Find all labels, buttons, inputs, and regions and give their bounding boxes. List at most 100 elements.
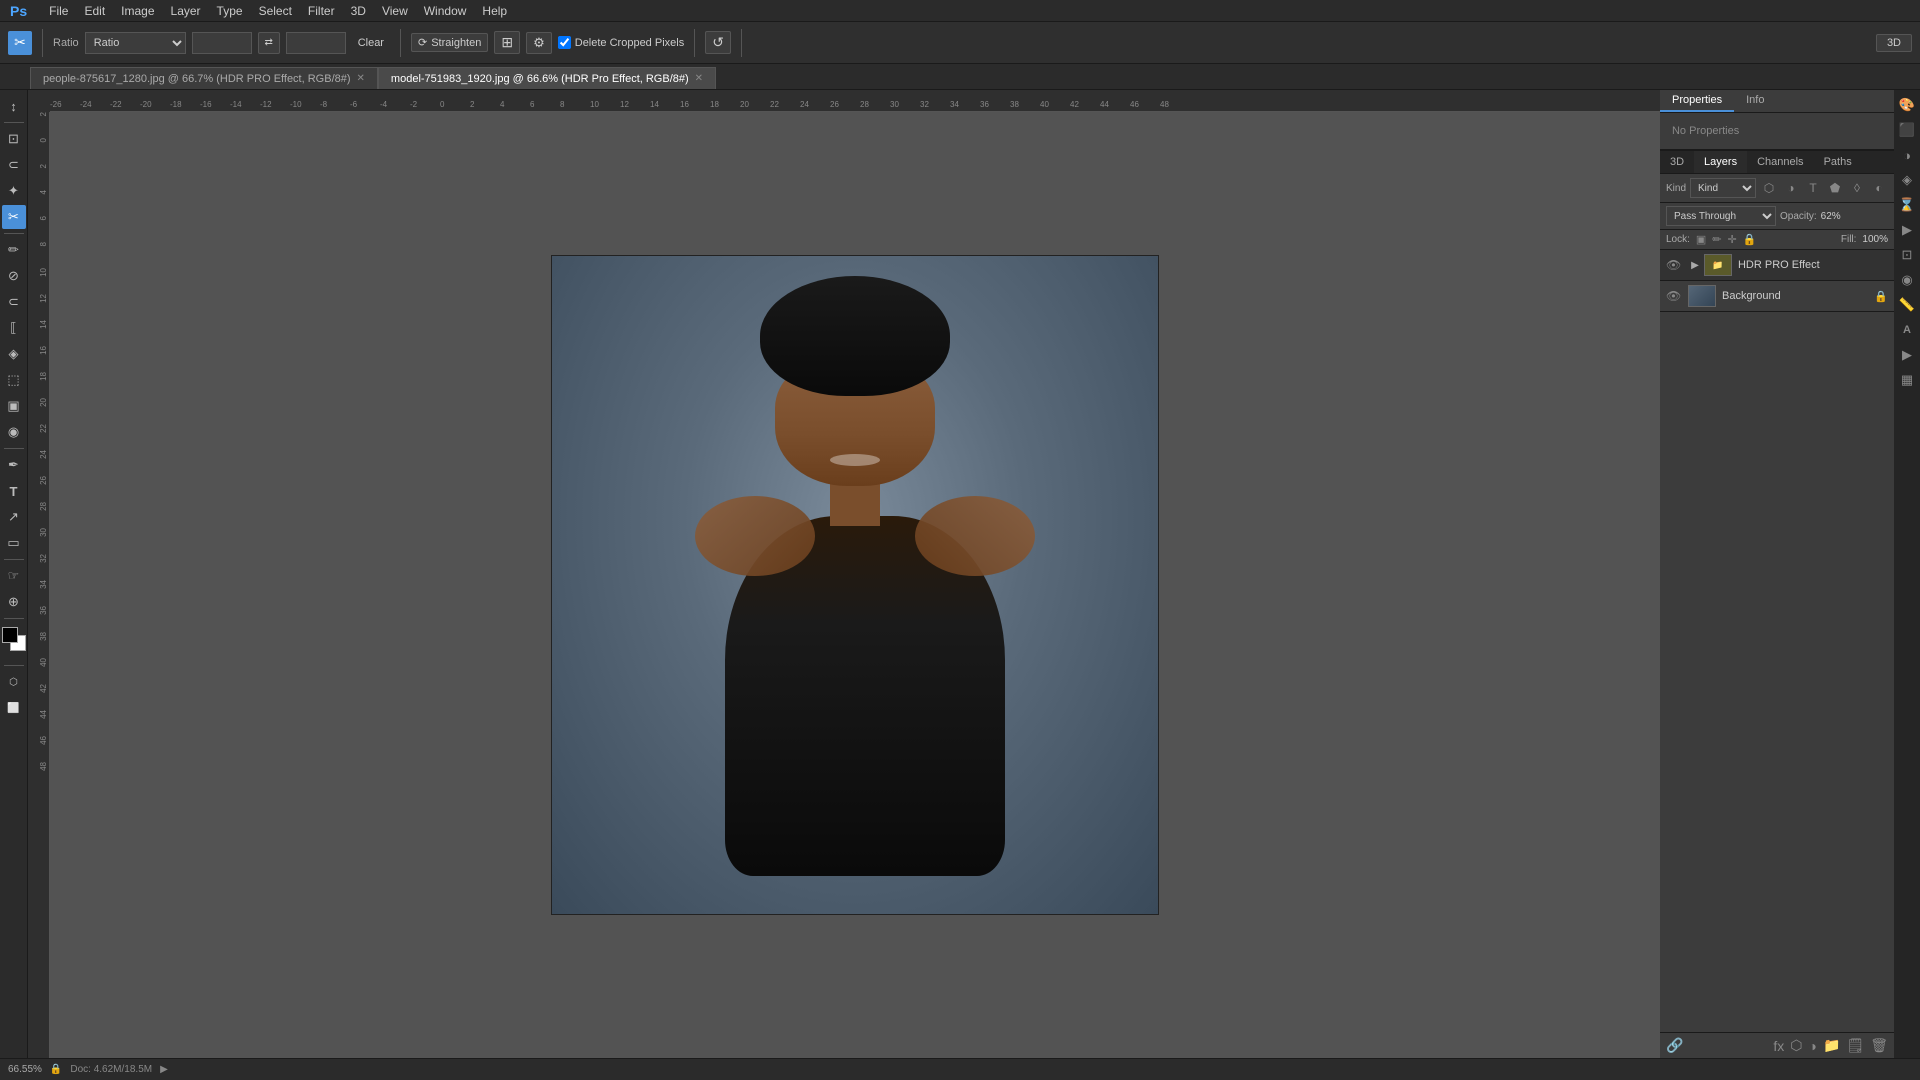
layer-expand-icon[interactable]: ▶ — [1688, 254, 1702, 276]
dodge-tool[interactable]: ◉ — [2, 420, 26, 444]
portrait-figure — [725, 276, 985, 876]
layer-fx-button[interactable]: fx — [1773, 1038, 1784, 1054]
layer-item-background[interactable]: 👁 Background 🔒 — [1660, 281, 1894, 312]
toolbar-sep-3 — [694, 29, 695, 57]
layers-tab-3d[interactable]: 3D — [1660, 151, 1694, 173]
create-group-button[interactable]: 📁 — [1823, 1037, 1840, 1054]
menu-item-3d[interactable]: 3D — [343, 2, 374, 20]
blend-mode-select[interactable]: Pass Through Normal Multiply Screen Over… — [1666, 206, 1776, 226]
menu-item-file[interactable]: File — [41, 2, 76, 20]
fill-value[interactable]: 100% — [1862, 234, 1888, 245]
canvas-area[interactable]: -26-24-22-20-18-16-14-12-10-8-6-4-202468… — [28, 90, 1660, 1058]
foreground-color[interactable] — [2, 627, 18, 643]
create-adjustment-button[interactable]: ◑ — [1809, 1038, 1817, 1054]
tab-properties[interactable]: Properties — [1660, 90, 1734, 112]
menu-item-view[interactable]: View — [374, 2, 416, 20]
delete-cropped-checkbox[interactable] — [558, 36, 571, 49]
right-icon-2[interactable]: ⬛ — [1896, 119, 1918, 141]
tab-info[interactable]: Info — [1734, 90, 1776, 112]
ratio-width-input[interactable] — [192, 32, 252, 54]
right-icon-5[interactable]: ⌛ — [1896, 194, 1918, 216]
link-layers-icon[interactable]: 🔗 — [1666, 1037, 1683, 1054]
layers-tab-layers[interactable]: Layers — [1694, 151, 1747, 173]
filter-toggle-icon[interactable]: ◐ — [1870, 179, 1888, 197]
right-icon-4[interactable]: ◈ — [1896, 169, 1918, 191]
lasso-tool[interactable]: ⊂ — [2, 153, 26, 177]
layers-tab-channels[interactable]: Channels — [1747, 151, 1813, 173]
menu-item-layer[interactable]: Layer — [163, 2, 209, 20]
blend-opacity-row: Pass Through Normal Multiply Screen Over… — [1660, 203, 1894, 230]
right-icon-3[interactable]: ◑ — [1896, 144, 1918, 166]
layer-vis-background[interactable]: 👁 — [1666, 289, 1682, 303]
right-icon-7[interactable]: ⊡ — [1896, 244, 1918, 266]
menu-item-image[interactable]: Image — [113, 2, 162, 20]
clone-stamp-tool[interactable]: ⟦ — [2, 316, 26, 340]
color-swatches[interactable] — [2, 627, 26, 657]
add-mask-button[interactable]: ⬡ — [1790, 1037, 1802, 1054]
tab-1-close[interactable]: ✕ — [695, 73, 703, 84]
lock-paint-icon[interactable]: ✏ — [1712, 233, 1721, 246]
menu-item-edit[interactable]: Edit — [76, 2, 113, 20]
tab-0[interactable]: people-875617_1280.jpg @ 66.7% (HDR PRO … — [30, 67, 378, 89]
right-icon-9[interactable]: 📏 — [1896, 294, 1918, 316]
right-icon-8[interactable]: ◉ — [1896, 269, 1918, 291]
3d-view-select[interactable]: 3D — [1876, 34, 1912, 52]
menu-item-filter[interactable]: Filter — [300, 2, 343, 20]
status-arrow[interactable]: ▶ — [160, 1064, 168, 1075]
filter-shape-icon[interactable]: ⬟ — [1826, 179, 1844, 197]
menu-item-window[interactable]: Window — [416, 2, 475, 20]
healing-brush-tool[interactable]: ⊘ — [2, 264, 26, 288]
history-brush-tool[interactable]: ◈ — [2, 342, 26, 366]
crop-tool[interactable]: ✂ — [2, 205, 26, 229]
straighten-tool[interactable]: ⟳ Straighten — [411, 33, 488, 52]
lock-position-icon[interactable]: ✛ — [1728, 233, 1737, 246]
crop-tool-active[interactable]: ✂ — [8, 31, 32, 55]
ratio-height-input[interactable] — [286, 32, 346, 54]
zoom-tool[interactable]: ⊕ — [2, 590, 26, 614]
quick-select-tool[interactable]: ✦ — [2, 179, 26, 203]
right-icon-hist[interactable]: ▦ — [1896, 369, 1918, 391]
filter-smart-icon[interactable]: ◊ — [1848, 179, 1866, 197]
gradient-tool[interactable]: ▣ — [2, 394, 26, 418]
tab-1[interactable]: model-751983_1920.jpg @ 66.6% (HDR Pro E… — [378, 67, 716, 89]
right-icon-play[interactable]: ▶ — [1896, 344, 1918, 366]
layer-vis-group[interactable]: 👁 — [1666, 258, 1682, 272]
brush-tool[interactable]: ⊂ — [2, 290, 26, 314]
swap-dimensions-button[interactable]: ⇄ — [258, 32, 280, 54]
eyedropper-tool[interactable]: ✏ — [2, 238, 26, 262]
clear-button[interactable]: Clear — [352, 35, 390, 51]
path-selection-tool[interactable]: ↗ — [2, 505, 26, 529]
move-tool[interactable]: ↕ — [2, 94, 26, 118]
ratio-select[interactable]: Ratio 1:1 16:9 4:3 Unconstrained — [85, 32, 186, 54]
right-icon-type[interactable]: A — [1896, 319, 1918, 341]
delete-layer-button[interactable]: 🗑 — [1870, 1037, 1888, 1054]
create-layer-button[interactable]: 🗒 — [1846, 1037, 1864, 1054]
right-icon-1[interactable]: 🎨 — [1896, 94, 1918, 116]
menu-item-select[interactable]: Select — [251, 2, 300, 20]
tab-0-close[interactable]: ✕ — [357, 73, 365, 84]
filter-adjust-icon[interactable]: ◑ — [1782, 179, 1800, 197]
right-icon-6[interactable]: ▶ — [1896, 219, 1918, 241]
settings-button[interactable]: ⚙ — [526, 32, 552, 54]
eraser-tool[interactable]: ⬚ — [2, 368, 26, 392]
menu-item-type[interactable]: Type — [209, 2, 251, 20]
toolbar-sep-2 — [400, 29, 401, 57]
layer-kind-select[interactable]: Kind Name Effect Mode Attribute Color — [1690, 178, 1756, 198]
layer-item-group[interactable]: 👁 ▶ 📁 HDR PRO Effect — [1660, 250, 1894, 281]
filter-text-icon[interactable]: T — [1804, 179, 1822, 197]
grid-button[interactable]: ⊞ — [494, 31, 520, 54]
text-tool[interactable]: T — [2, 479, 26, 503]
layers-tab-paths[interactable]: Paths — [1814, 151, 1862, 173]
hand-tool[interactable]: ☞ — [2, 564, 26, 588]
rectangular-marquee-tool[interactable]: ⊡ — [2, 127, 26, 151]
filter-pixel-icon[interactable]: ⬡ — [1760, 179, 1778, 197]
pen-tool[interactable]: ✒ — [2, 453, 26, 477]
shape-tool[interactable]: ▭ — [2, 531, 26, 555]
opacity-value[interactable]: 62% — [1821, 211, 1841, 222]
menu-item-help[interactable]: Help — [474, 2, 515, 20]
quick-mask-tool[interactable]: ⬡ — [2, 670, 26, 694]
rotate-button[interactable]: ↺ — [705, 31, 731, 54]
lock-all-icon[interactable]: 🔒 — [1743, 233, 1757, 246]
screen-mode-tool[interactable]: ⬜ — [2, 696, 26, 720]
lock-transparency-icon[interactable]: ▣ — [1696, 233, 1706, 246]
